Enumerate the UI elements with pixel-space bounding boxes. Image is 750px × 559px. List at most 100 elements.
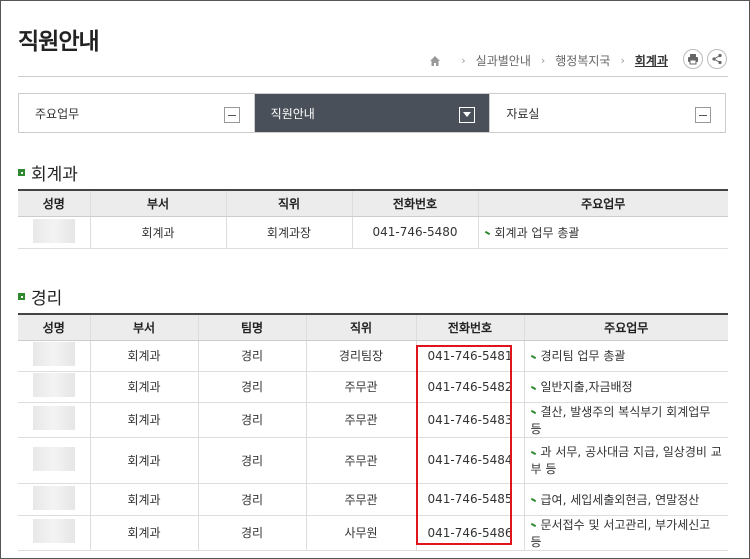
tab-label: 주요업무: [35, 106, 80, 121]
table-row: 회계과 회계과장 041-746-5480 회계과 업무 총괄: [18, 216, 728, 249]
bullet-icon: [18, 293, 25, 300]
tab-label: 자료실: [506, 106, 540, 121]
print-button[interactable]: [683, 49, 703, 69]
column-header: 직위: [225, 189, 352, 217]
accounting-table: 성명 부서 직위 전화번호 주요업무 회계과 회계과장 041-746-5480…: [18, 189, 728, 249]
share-icon: [712, 53, 722, 65]
phone-highlight-box: [416, 345, 512, 545]
breadcrumb-separator: ›: [540, 54, 546, 67]
tab-main-duties[interactable]: 주요업무: [19, 94, 254, 132]
duty-text: 회계과 업무 총괄: [494, 225, 580, 240]
position-cell: 사무원: [305, 515, 416, 551]
table-row: 회계과 경리 주무관 041-746-5484 과 서무, 공사대금 지급, 일…: [18, 437, 728, 484]
breadcrumb-separator: ›: [620, 54, 625, 67]
team-cell: 경리: [197, 371, 306, 403]
bullet-icon: [530, 354, 536, 359]
table-row: 회계과 경리 사무원 041-746-5486 문서접수 및 서고관리, 부가세…: [18, 515, 728, 551]
dropdown-icon[interactable]: [459, 107, 476, 123]
duty-cell: 회계과 업무 총괄: [477, 216, 728, 249]
team-cell: 경리: [197, 340, 306, 372]
column-header: 팀명: [197, 313, 306, 341]
name-cell: [18, 216, 90, 249]
column-header: 주요업무: [477, 189, 728, 217]
blurred-name: [32, 406, 75, 430]
dept-cell: 회계과: [89, 483, 198, 516]
column-header: 부서: [89, 313, 198, 341]
page-title: 직원안내: [18, 29, 100, 55]
position-cell: 경리팀장: [305, 340, 416, 372]
duty-text: 일반지출,자금배정: [540, 380, 633, 394]
position-cell: 주무관: [305, 437, 416, 484]
column-header: 전화번호: [351, 189, 478, 217]
column-header: 전화번호: [415, 313, 524, 341]
position-cell: 주무관: [305, 483, 416, 516]
dept-cell: 회계과: [89, 515, 198, 551]
share-button[interactable]: [707, 49, 727, 69]
team-cell: 경리: [197, 402, 306, 438]
bullet-icon: [530, 409, 536, 415]
duty-text: 과 서무, 공사대금 지급, 일상경비 교부 등: [530, 445, 722, 476]
column-header: 주요업무: [523, 313, 728, 341]
name-cell: [18, 515, 90, 551]
table-row: 회계과 경리 주무관 041-746-5482 일반지출,자금배정: [18, 371, 728, 403]
breadcrumb-item[interactable]: 행정복지국: [555, 52, 610, 69]
duty-text: 경리팀 업무 총괄: [540, 349, 626, 363]
table-header-row: 성명 부서 팀명 직위 전화번호 주요업무: [18, 313, 728, 341]
team-cell: 경리: [197, 483, 306, 516]
breadcrumb-item[interactable]: 실과별안내: [476, 52, 531, 69]
section-title-management: 경리: [18, 284, 62, 309]
blurred-name: [32, 373, 75, 397]
phone-cell: 041-746-5480: [351, 216, 478, 249]
position-cell: 회계과장: [225, 216, 352, 249]
team-cell: 경리: [197, 515, 306, 551]
dept-cell: 회계과: [89, 216, 226, 249]
duty-cell: 결산, 발생주의 복식부기 회계업무 등: [523, 402, 728, 438]
section-title-accounting: 회계과: [18, 160, 78, 185]
position-cell: 주무관: [305, 402, 416, 438]
header-divider: [18, 76, 728, 77]
team-cell: 경리: [197, 437, 306, 484]
name-cell: [18, 483, 90, 516]
dept-cell: 회계과: [89, 402, 198, 438]
blurred-name: [32, 519, 75, 543]
bullet-icon: [18, 169, 25, 176]
tab-staff-guide[interactable]: 직원안내: [253, 94, 490, 132]
dept-cell: 회계과: [89, 437, 198, 484]
minus-icon[interactable]: [695, 107, 712, 123]
dept-cell: 회계과: [89, 371, 198, 403]
print-icon: [688, 54, 698, 65]
blurred-name: [32, 446, 75, 471]
blurred-name: [32, 218, 75, 243]
section-title-text: 경리: [31, 289, 63, 309]
blurred-name: [32, 485, 75, 510]
home-icon[interactable]: [429, 55, 441, 67]
breadcrumb-separator: ›: [461, 54, 466, 67]
duty-cell: 과 서무, 공사대금 지급, 일상경비 교부 등: [523, 437, 728, 484]
name-cell: [18, 371, 90, 403]
column-header: 직위: [305, 313, 416, 341]
duty-text: 문서접수 및 서고관리, 부가세신고 등: [530, 517, 711, 549]
blurred-name: [32, 342, 75, 366]
bullet-icon: [530, 497, 536, 503]
tab-bar: 주요업무 직원안내 자료실: [18, 93, 726, 133]
table-row: 회계과 경리 경리팀장 041-746-5481 경리팀 업무 총괄: [18, 340, 728, 372]
duty-text: 급여, 세입세출외현금, 연말정산: [540, 492, 700, 507]
breadcrumb-current[interactable]: 회계과: [635, 52, 668, 69]
breadcrumb: › 실과별안내 › 행정복지국 › 회계과: [429, 52, 668, 69]
bullet-icon: [484, 230, 490, 236]
bullet-icon: [530, 450, 536, 455]
management-table: 성명 부서 팀명 직위 전화번호 주요업무 회계과 경리 경리팀장 041-74…: [18, 313, 728, 551]
duty-cell: 급여, 세입세출외현금, 연말정산: [523, 483, 728, 516]
dept-cell: 회계과: [89, 340, 198, 372]
minus-icon[interactable]: [223, 107, 240, 123]
bullet-icon: [530, 522, 536, 528]
duty-text: 결산, 발생주의 복식부기 회계업무 등: [530, 404, 711, 436]
position-cell: 주무관: [305, 371, 416, 403]
name-cell: [18, 402, 90, 438]
duty-cell: 일반지출,자금배정: [523, 371, 728, 403]
bullet-icon: [530, 385, 536, 390]
duty-cell: 문서접수 및 서고관리, 부가세신고 등: [523, 515, 728, 551]
section-title-text: 회계과: [31, 165, 78, 185]
duty-cell: 경리팀 업무 총괄: [523, 340, 728, 372]
tab-archive[interactable]: 자료실: [489, 94, 726, 132]
